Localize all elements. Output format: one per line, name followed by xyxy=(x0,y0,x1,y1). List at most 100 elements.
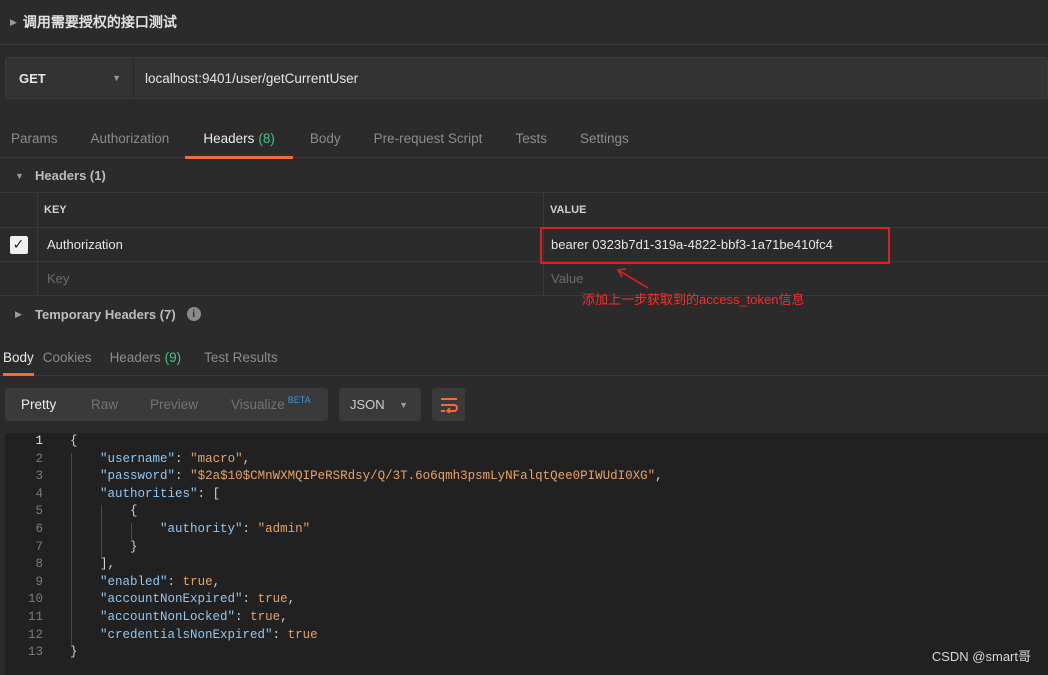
tab-label: Pre-request Script xyxy=(373,130,483,146)
tab-label: Headers xyxy=(203,130,255,146)
tab-label: Tests xyxy=(515,130,547,146)
table-row-new: Key Value xyxy=(0,262,1048,296)
code-text: } xyxy=(70,645,78,660)
highlight-box xyxy=(540,227,890,264)
caret-right-icon[interactable]: ▶ xyxy=(10,17,17,28)
tab-params[interactable]: Params xyxy=(11,118,58,158)
url-input[interactable]: localhost:9401/user/getCurrentUser xyxy=(134,58,1047,98)
tab-cookies[interactable]: Cookies xyxy=(43,340,92,375)
tab-response-body[interactable]: Body xyxy=(3,340,34,376)
temporary-headers-toggle[interactable]: ▶ Temporary Headers (7) i xyxy=(0,296,1048,332)
request-title-bar[interactable]: ▶ 调用需要授权的接口测试 xyxy=(0,0,1048,45)
line-number: 12 xyxy=(27,627,43,642)
wrap-lines-button[interactable] xyxy=(432,388,465,421)
code-text: ], xyxy=(70,557,116,572)
value-column-header: VALUE xyxy=(550,204,587,216)
header-key: Authorization xyxy=(47,237,123,252)
beta-badge: BETA xyxy=(287,394,311,405)
line-number: 8 xyxy=(35,557,43,572)
checkbox[interactable]: ✓ xyxy=(9,235,28,254)
tab-label: Body xyxy=(3,350,34,365)
key-placeholder: Key xyxy=(47,271,70,286)
table-header-row: KEY VALUE xyxy=(0,193,1048,228)
code-text: "enabled": true, xyxy=(100,574,221,589)
chevron-down-icon: ▼ xyxy=(399,399,408,410)
code-text: } xyxy=(70,539,138,554)
row-check-cell: ✓ xyxy=(0,228,38,261)
tab-pre-request-script[interactable]: Pre-request Script xyxy=(374,118,483,158)
tab-label: Authorization xyxy=(90,130,170,146)
view-mode-group: Pretty Raw Preview Visualize BETA xyxy=(5,388,328,421)
row-check-cell xyxy=(0,262,38,295)
tab-authorization[interactable]: Authorization xyxy=(91,118,170,158)
headers-section-toggle[interactable]: ▼ Headers (1) xyxy=(0,159,1048,192)
code-text: "accountNonExpired": true, xyxy=(100,592,296,607)
pretty-button[interactable]: Pretty xyxy=(21,388,56,421)
info-icon: i xyxy=(186,307,201,321)
request-title: 调用需要授权的接口测试 xyxy=(22,14,177,30)
temporary-headers-title: Temporary Headers (7) xyxy=(35,306,176,322)
line-number: 2 xyxy=(35,451,43,466)
response-body-editor[interactable]: 1 {2 "username": "macro", 3 "password": "$… xyxy=(5,433,1048,675)
value-placeholder: Value xyxy=(551,271,584,286)
format-label: JSON xyxy=(350,397,385,412)
wrap-icon xyxy=(440,397,458,413)
key-input[interactable]: Key xyxy=(38,262,544,295)
method-label: GET xyxy=(19,70,46,86)
request-bar: GET ▼ localhost:9401/user/getCurrentUser xyxy=(5,57,1048,99)
chevron-down-icon: ▼ xyxy=(112,73,121,83)
header-check-col xyxy=(0,193,38,227)
tab-body[interactable]: Body xyxy=(310,118,341,158)
indent-guide xyxy=(131,523,132,541)
format-select[interactable]: JSON ▼ xyxy=(339,388,421,421)
tab-settings[interactable]: Settings xyxy=(580,118,629,158)
method-select[interactable]: GET ▼ xyxy=(6,58,134,98)
code-text: "authorities": [ xyxy=(100,486,221,501)
line-number: 4 xyxy=(35,486,43,501)
key-column-header: KEY xyxy=(38,193,544,227)
tab-headers[interactable]: Headers (8) xyxy=(185,118,293,159)
code-text: { xyxy=(70,504,138,519)
line-number: 5 xyxy=(35,504,43,519)
header-key-cell[interactable]: Authorization xyxy=(38,228,544,261)
caret-down-icon: ▼ xyxy=(15,170,24,181)
headers-section-title: Headers (1) xyxy=(35,168,106,183)
tab-label: Headers xyxy=(109,350,161,365)
table-row: ✓ Authorization bearer 0323b7d1-319a-482… xyxy=(0,228,1048,262)
preview-button[interactable]: Preview xyxy=(150,388,198,421)
watermark: CSDN @smart哥 xyxy=(931,649,1031,664)
line-number: 3 xyxy=(35,469,43,484)
line-number: 6 xyxy=(35,522,43,536)
tab-count: (8) xyxy=(258,130,275,146)
tab-label: Body xyxy=(309,130,341,146)
code-text: "accountNonLocked": true, xyxy=(100,610,288,624)
line-number: 11 xyxy=(27,610,43,624)
indent-guide xyxy=(71,452,72,647)
raw-button[interactable]: Raw xyxy=(91,388,118,421)
line-number: 10 xyxy=(27,592,43,607)
visualize-button[interactable]: Visualize BETA xyxy=(231,388,311,421)
tab-test-results[interactable]: Test Results xyxy=(204,340,278,375)
tab-label: Test Results xyxy=(204,350,278,365)
visualize-label: Visualize xyxy=(231,397,285,412)
code-text: "authority": "admin" xyxy=(160,522,311,536)
tab-response-headers[interactable]: Headers (9) xyxy=(110,340,182,375)
headers-table: KEY VALUE ✓ Authorization bearer 0323b7d… xyxy=(0,192,1048,296)
response-tabs: Body Cookies Headers (9) Test Results xyxy=(0,340,1048,376)
tab-count: (9) xyxy=(164,350,182,365)
line-number: 1 xyxy=(35,434,43,448)
request-tabs: Params Authorization Headers (8) Body Pre… xyxy=(0,118,1048,159)
tab-label: Cookies xyxy=(42,350,92,365)
code-text: "username": "macro", xyxy=(100,451,251,466)
line-number: 13 xyxy=(27,645,43,660)
tab-label: Params xyxy=(11,130,58,146)
code-text: "password": "$2a$10$CMnWXMQIPeRSRdsy/Q/3… xyxy=(100,469,663,484)
tab-tests[interactable]: Tests xyxy=(515,118,547,158)
code-text: "credentialsNonExpired": true xyxy=(100,627,318,642)
line-number: 9 xyxy=(35,574,43,589)
tab-label: Settings xyxy=(579,130,629,146)
indent-guide xyxy=(101,505,102,559)
line-number: 7 xyxy=(35,539,43,554)
code-text: { xyxy=(70,434,78,448)
caret-right-icon: ▶ xyxy=(15,308,22,319)
